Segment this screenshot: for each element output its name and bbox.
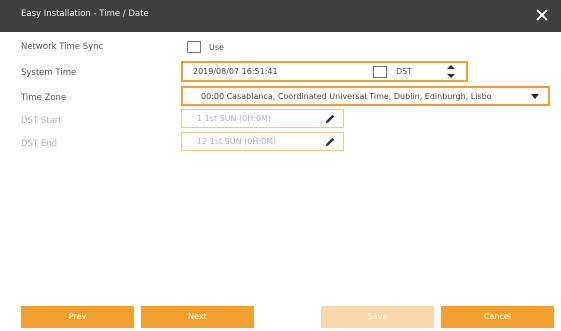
time-stepper[interactable] [446,64,456,80]
stepper-down-icon[interactable] [447,74,455,78]
next-button[interactable]: Next [141,306,254,328]
dst-start-field[interactable]: 1 1st SUN (0H:0M) [181,109,344,128]
dst-end-label: DST End [21,139,57,149]
network-time-sync-use-label: Use [209,43,224,52]
time-zone-label: Time Zone [21,93,67,103]
dialog-titlebar: Easy Installation - Time / Date [0,0,561,32]
dst-end-field[interactable]: 12 1st SUN (0H:0M) [181,132,344,151]
pencil-icon[interactable] [324,113,336,125]
chevron-down-icon[interactable] [531,94,539,99]
cancel-button[interactable]: Cancel [441,306,554,328]
time-zone-dropdown[interactable]: 00:00 Casablanca, Coordinated Universal … [181,86,550,106]
close-icon[interactable] [535,8,549,22]
dst-label: DST [396,67,413,76]
pencil-icon[interactable] [324,136,336,148]
system-time-value: 2019/08/07 16:51:41 [193,67,278,76]
dst-start-value: 1 1st SUN (0H:0M) [197,114,272,123]
network-time-sync-label: Network Time Sync [21,42,104,52]
prev-button[interactable]: Prev [21,306,134,328]
save-button[interactable]: Save [321,306,434,328]
system-time-field[interactable]: 2019/08/07 16:51:41 DST [181,61,468,82]
easy-installation-dialog: Easy Installation - Time / Date Network … [0,0,561,331]
time-zone-value: 00:00 Casablanca, Coordinated Universal … [201,92,492,101]
stepper-up-icon[interactable] [447,65,455,69]
system-time-label: System Time [21,68,77,78]
network-time-sync-checkbox[interactable] [187,41,201,53]
dialog-title: Easy Installation - Time / Date [21,9,149,19]
dst-checkbox[interactable] [373,66,387,78]
dst-start-label: DST Start [21,116,62,126]
dst-end-value: 12 1st SUN (0H:0M) [197,137,277,146]
